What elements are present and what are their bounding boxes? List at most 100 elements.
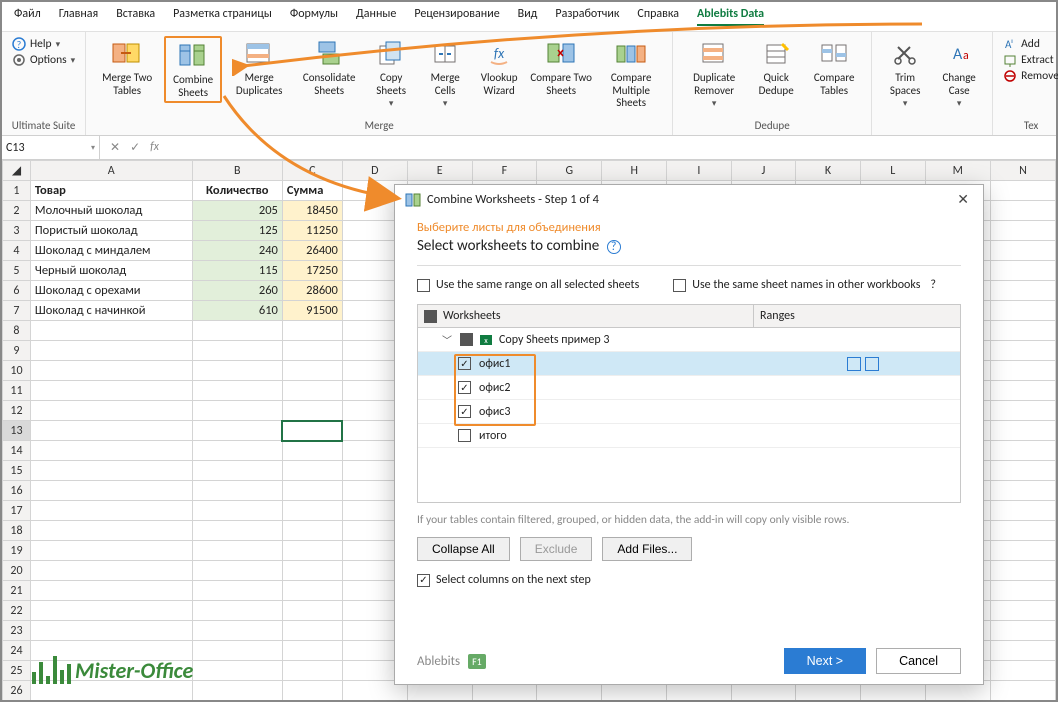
- cell[interactable]: [192, 581, 282, 601]
- cell[interactable]: [990, 381, 1055, 401]
- cell[interactable]: [990, 521, 1055, 541]
- select-all-corner[interactable]: ◢: [3, 161, 31, 181]
- cell[interactable]: 91500: [282, 301, 342, 321]
- cell[interactable]: [30, 421, 192, 441]
- cell[interactable]: [990, 301, 1055, 321]
- cell[interactable]: 115: [192, 261, 282, 281]
- col-header-b[interactable]: B: [192, 161, 282, 181]
- combine-sheets-button[interactable]: Combine Sheets: [164, 36, 222, 103]
- cell[interactable]: [192, 661, 282, 681]
- row-header[interactable]: 12: [3, 401, 31, 421]
- workbook-row[interactable]: ﹀xCopy Sheets пример 3: [418, 328, 960, 352]
- cell[interactable]: [990, 601, 1055, 621]
- cell[interactable]: [990, 201, 1055, 221]
- cell[interactable]: [30, 521, 192, 541]
- cell[interactable]: [990, 241, 1055, 261]
- sheet-row[interactable]: итого: [418, 424, 960, 448]
- cell[interactable]: [30, 341, 192, 361]
- row-header[interactable]: 15: [3, 461, 31, 481]
- col-header-c[interactable]: C: [282, 161, 342, 181]
- cell[interactable]: [30, 501, 192, 521]
- cell[interactable]: [990, 541, 1055, 561]
- cell[interactable]: 28600: [282, 281, 342, 301]
- row-header[interactable]: 22: [3, 601, 31, 621]
- row-header[interactable]: 9: [3, 341, 31, 361]
- f1-badge[interactable]: F1: [468, 654, 486, 669]
- row-header[interactable]: 6: [3, 281, 31, 301]
- cell[interactable]: [282, 461, 342, 481]
- name-box[interactable]: C13: [2, 136, 100, 159]
- cell[interactable]: [192, 321, 282, 341]
- cell[interactable]: [282, 681, 342, 701]
- cell[interactable]: [192, 641, 282, 661]
- cell[interactable]: [30, 461, 192, 481]
- cell[interactable]: [282, 501, 342, 521]
- row-header[interactable]: 18: [3, 521, 31, 541]
- duplicate-remover-button[interactable]: Duplicate Remover: [681, 36, 747, 112]
- cell[interactable]: 125: [192, 221, 282, 241]
- cell[interactable]: Черный шоколад: [30, 261, 192, 281]
- change-case-button[interactable]: AaChange Case: [934, 36, 984, 112]
- col-header-f[interactable]: F: [472, 161, 537, 181]
- sheet-checkbox[interactable]: [458, 381, 471, 394]
- cell[interactable]: [990, 361, 1055, 381]
- cell[interactable]: Молочный шоколад: [30, 201, 192, 221]
- cell[interactable]: [192, 621, 282, 641]
- cell[interactable]: 11250: [282, 221, 342, 241]
- cell[interactable]: [30, 581, 192, 601]
- row-header[interactable]: 24: [3, 641, 31, 661]
- col-header-k[interactable]: K: [796, 161, 861, 181]
- cell[interactable]: [282, 601, 342, 621]
- row-header[interactable]: 14: [3, 441, 31, 461]
- exclude-button[interactable]: Exclude: [520, 537, 593, 561]
- fx-icon[interactable]: fx: [150, 140, 159, 155]
- row-header[interactable]: 5: [3, 261, 31, 281]
- cell[interactable]: [30, 401, 192, 421]
- cell[interactable]: [282, 481, 342, 501]
- col-header-n[interactable]: N: [990, 161, 1055, 181]
- row-header[interactable]: 19: [3, 541, 31, 561]
- cell[interactable]: Шоколад с орехами: [30, 281, 192, 301]
- cell[interactable]: [990, 621, 1055, 641]
- sheet-row[interactable]: офис2: [418, 376, 960, 400]
- cell[interactable]: 610: [192, 301, 282, 321]
- vlookup-wizard-button[interactable]: fxVlookup Wizard: [474, 36, 524, 99]
- cell[interactable]: [282, 341, 342, 361]
- cell[interactable]: [990, 581, 1055, 601]
- row-header[interactable]: 21: [3, 581, 31, 601]
- row-header[interactable]: 23: [3, 621, 31, 641]
- cell[interactable]: [192, 381, 282, 401]
- cell[interactable]: Количество: [192, 181, 282, 201]
- cell[interactable]: [192, 341, 282, 361]
- cell[interactable]: Шоколад с миндалем: [30, 241, 192, 261]
- cell[interactable]: [990, 461, 1055, 481]
- cell[interactable]: [30, 381, 192, 401]
- help-hint-icon[interactable]: ?: [930, 278, 936, 292]
- add-text-button[interactable]: AᴵAdd: [1001, 36, 1058, 52]
- sheet-checkbox[interactable]: [458, 357, 471, 370]
- cell[interactable]: [192, 601, 282, 621]
- cell[interactable]: Сумма: [282, 181, 342, 201]
- same-names-checkbox[interactable]: Use the same sheet names in other workbo…: [673, 278, 936, 292]
- merge-two-tables-button[interactable]: Merge Two Tables: [94, 36, 160, 99]
- col-header-g[interactable]: G: [537, 161, 602, 181]
- cell[interactable]: [990, 401, 1055, 421]
- sheet-checkbox[interactable]: [458, 405, 471, 418]
- cell[interactable]: [282, 661, 342, 681]
- cell[interactable]: 205: [192, 201, 282, 221]
- cell[interactable]: [282, 321, 342, 341]
- expand-range-icon[interactable]: [865, 357, 879, 371]
- col-header-l[interactable]: L: [860, 161, 925, 181]
- help-hint-icon[interactable]: ?: [607, 240, 621, 254]
- cell[interactable]: [192, 481, 282, 501]
- sheet-row[interactable]: офис3: [418, 400, 960, 424]
- cell[interactable]: 260: [192, 281, 282, 301]
- trim-spaces-button[interactable]: Trim Spaces: [880, 36, 930, 112]
- sheet-checkbox[interactable]: [458, 429, 471, 442]
- row-header[interactable]: 11: [3, 381, 31, 401]
- compare-multiple-sheets-button[interactable]: Compare Multiple Sheets: [598, 36, 664, 112]
- enter-formula-icon[interactable]: ✓: [130, 140, 140, 155]
- cell[interactable]: [990, 181, 1055, 201]
- consolidate-sheets-button[interactable]: Consolidate Sheets: [296, 36, 362, 99]
- cell[interactable]: [990, 501, 1055, 521]
